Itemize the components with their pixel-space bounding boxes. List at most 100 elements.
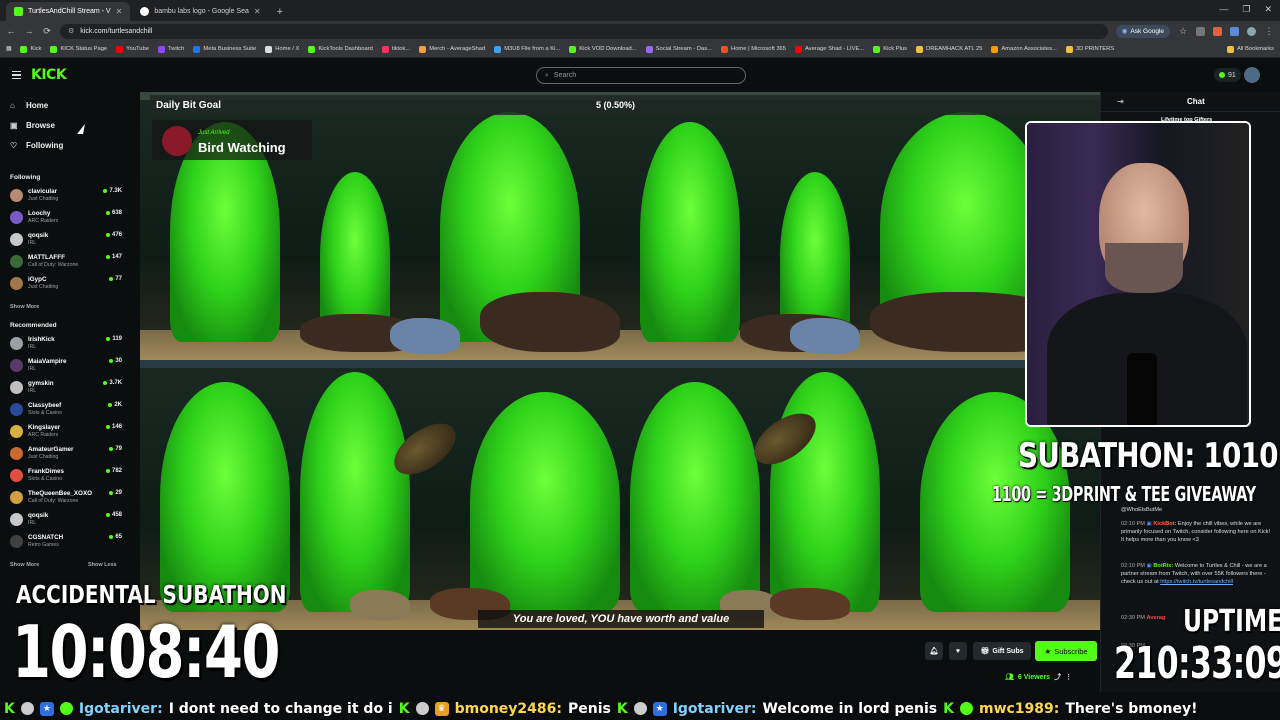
chat-title: Chat [1187, 97, 1205, 106]
twitch-link[interactable]: https://twitch.tv/turtlesandchill [1160, 579, 1233, 585]
sidebar-channel[interactable]: IrishKick IRL 119 [10, 334, 122, 356]
bookmark-item[interactable]: KICK Status Page [50, 45, 107, 53]
bookmark-star-icon[interactable]: ☆ [1178, 26, 1188, 37]
follow-button[interactable]: ♥ [949, 642, 967, 660]
sidebar-channel[interactable]: TheQueenBee_XOXO Call of Duty: Warzone 29 [10, 488, 122, 510]
viewer-count-text: 782 [111, 468, 122, 474]
back-icon[interactable]: ← [6, 26, 16, 36]
tab-title: TurtlesAndChill Stream - V [28, 8, 111, 15]
viewer-count-text: 3.7K [109, 380, 122, 386]
channel-avatar [10, 277, 23, 290]
bookmark-item[interactable]: tiktok... [381, 45, 410, 53]
sidebar-channel[interactable]: FrankDimes Slots & Casino 782 [10, 466, 122, 488]
heart-icon: ♡ [10, 141, 18, 150]
bookmark-item[interactable]: Social Stream - Das... [645, 45, 712, 53]
bookmark-item[interactable]: M3U8 File from a Ki... [494, 45, 560, 53]
viewer-count-text: 476 [111, 232, 122, 238]
bookmark-item[interactable]: YouTube [116, 45, 149, 53]
kick-logo[interactable]: KICK [31, 67, 67, 83]
bookmark-item[interactable]: Amazon Associates... [991, 45, 1057, 53]
bookmark-item[interactable]: Kick VOD Download... [569, 45, 637, 53]
collapse-chat-icon[interactable]: ⇥ [1117, 97, 1124, 106]
sidebar-channel[interactable]: Loochy ARC Raiders 638 [10, 208, 122, 230]
gift-subs-button[interactable]: 🎁︎ Gift Subs [973, 642, 1031, 660]
viewer-count-text: 30 [115, 358, 122, 364]
show-more-recommended[interactable]: Show More [10, 562, 39, 568]
sidebar-channel[interactable]: Classybeef Slots & Casino 2K [10, 400, 122, 422]
badge-icon [20, 702, 34, 715]
channel-points[interactable]: 91 [1214, 68, 1241, 82]
ticker-user: Igotariver: [78, 700, 163, 717]
chat-message: 02:10 PM ▣ KickBot: Enjoy the chill vibe… [1121, 521, 1271, 543]
sidebar-channel[interactable]: MATTLAFFF Call of Duty: Warzone 147 [10, 252, 122, 274]
show-more-following[interactable]: Show More [10, 304, 39, 310]
new-tab-icon[interactable]: + [271, 6, 289, 21]
sidebar-item-following[interactable]: ♡ Following [10, 141, 63, 150]
channel-avatar [10, 337, 23, 350]
bookmark-item[interactable]: Average Shad - LIVE... [795, 45, 864, 53]
sidebar-item-browse[interactable]: ▣ Browse [10, 121, 55, 130]
subscribe-button[interactable]: ★ Subscribe [1035, 641, 1097, 661]
menu-dots-icon[interactable]: ⋮ [1264, 26, 1274, 37]
sidebar-channel[interactable]: gymskin IRL 3.7K [10, 378, 122, 400]
more-options-icon[interactable]: ⋮ [1065, 673, 1072, 681]
sidebar-channel[interactable]: AmateurGamer Just Chatting 79 [10, 444, 122, 466]
apps-icon[interactable]: ▦ [6, 46, 11, 52]
tab-google-search[interactable]: bambu labs logo - Google Sea ✕ [132, 2, 268, 21]
maximize-icon[interactable]: ❐ [1242, 4, 1250, 15]
url-field[interactable]: ⚙ kick.com/turtlesandchill [60, 23, 1108, 39]
bookmark-item[interactable]: Home / X [265, 45, 299, 53]
bookmark-item[interactable]: Kick Plus [873, 45, 907, 53]
extension-icon[interactable] [1230, 26, 1239, 36]
show-less-recommended[interactable]: Show Less [88, 562, 117, 568]
reload-icon[interactable]: ⟳ [42, 26, 52, 37]
live-dot-icon [109, 277, 114, 281]
sidebar-item-home[interactable]: ⌂ Home [10, 101, 48, 110]
forward-icon[interactable]: → [24, 26, 34, 36]
bookmark-item[interactable]: Twitch [157, 45, 184, 53]
tab-close-icon[interactable]: ✕ [254, 7, 261, 16]
sidebar-channel[interactable]: qoqsik IRL 476 [10, 230, 122, 252]
recommended-section-title: Recommended [10, 322, 57, 329]
subathon-label: ACCIDENTAL SUBATHON [16, 580, 287, 609]
search-input[interactable]: ⌕ Search [536, 67, 746, 84]
user-avatar[interactable] [1244, 67, 1260, 83]
ticker-user: bmoney2486: [454, 700, 562, 717]
badge-icon [59, 702, 73, 715]
bookmark-item[interactable]: Home | Microsoft 365 [721, 45, 786, 53]
close-window-icon[interactable]: ✕ [1264, 4, 1272, 15]
sidebar-channel[interactable]: Kingslayer ARC Raiders 146 [10, 422, 122, 444]
tab-close-icon[interactable]: ✕ [116, 7, 123, 16]
extension-icon[interactable] [1196, 26, 1205, 36]
bit-goal-label: Daily Bit Goal [156, 100, 222, 111]
bookmark-item[interactable]: Kick [20, 45, 41, 53]
sidebar-channel[interactable]: MaiaVampire IRL 30 [10, 356, 122, 378]
kick-icon: K [943, 700, 954, 717]
bookmark-item[interactable]: Merch - AverageShad [419, 45, 485, 53]
profile-avatar-icon[interactable] [1247, 26, 1256, 36]
notification-bell-button[interactable]: 🔔︎ [925, 642, 943, 660]
sidebar-channel[interactable]: qoqsik IRL 458 [10, 510, 122, 532]
bookmark-folder[interactable]: 3D PRINTERS [1065, 45, 1114, 53]
ticker-user: Igotariver: [672, 700, 757, 717]
share-icon[interactable]: ⤴ [1054, 672, 1061, 682]
ask-google-button[interactable]: ◉ Ask Google [1115, 24, 1170, 38]
minimize-icon[interactable]: — [1219, 4, 1228, 15]
sidebar-channel[interactable]: CGSNATCH Retro Games 65 [10, 532, 122, 554]
menu-icon[interactable] [12, 71, 21, 79]
site-info-icon[interactable]: ⚙ [68, 27, 74, 35]
channel-avatar [10, 255, 23, 268]
tab-turtlesandchill[interactable]: TurtlesAndChill Stream - V ✕ [6, 2, 131, 21]
extension-icon[interactable] [1213, 26, 1222, 36]
sidebar-channel[interactable]: clavicular Just Chatting 7.3K [10, 186, 122, 208]
all-bookmarks[interactable]: All Bookmarks [1226, 45, 1280, 53]
bookmark-item[interactable]: KickTools Dashboard [308, 45, 373, 53]
video-player[interactable] [140, 92, 1100, 630]
bookmark-item[interactable]: DREAMHACK ATL 25 [916, 45, 982, 53]
channel-category: IRL [28, 388, 37, 394]
bookmark-item[interactable]: Meta Business Suite [193, 45, 256, 53]
channel-viewers: 119 [106, 336, 122, 342]
channel-avatar [10, 403, 23, 416]
viewer-count-text: 29 [115, 490, 122, 496]
sidebar-channel[interactable]: iGypC Just Chatting 77 [10, 274, 122, 296]
